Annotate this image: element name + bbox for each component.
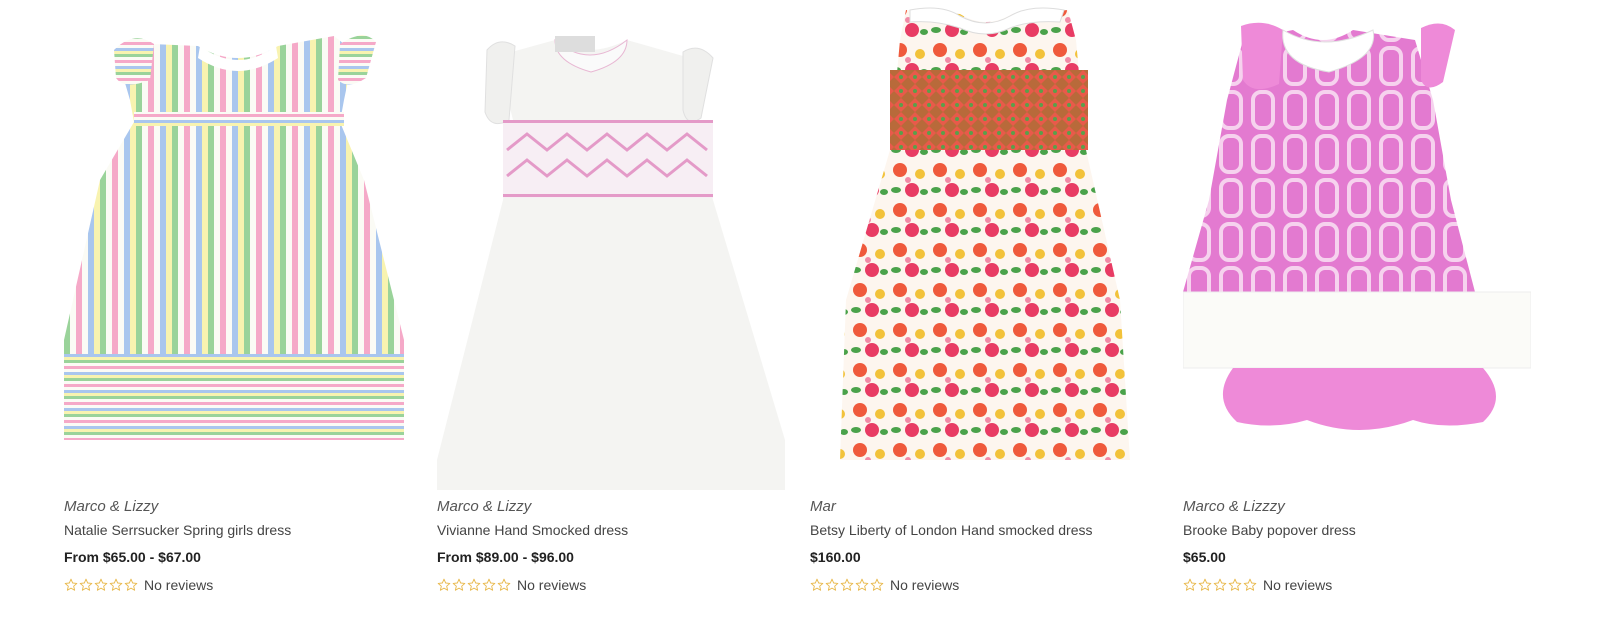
product-image-floral-dress[interactable] <box>810 0 1158 490</box>
reviews-count: No reviews <box>144 577 214 593</box>
star-outline-icon <box>94 578 108 591</box>
product-image-pink-popover-dress[interactable] <box>1183 0 1531 490</box>
star-outline-icon <box>825 578 839 591</box>
product-vendor[interactable]: Marco & Lizzzy <box>1183 498 1285 515</box>
star-outline-icon <box>124 578 138 591</box>
reviews-count: No reviews <box>1263 577 1333 593</box>
product-grid: Marco & Lizzy Natalie Serrsucker Spring … <box>0 0 1612 624</box>
star-outline-icon <box>1243 578 1257 591</box>
product-title[interactable]: Vivianne Hand Smocked dress <box>437 522 628 538</box>
reviews-count: No reviews <box>890 577 960 593</box>
product-card[interactable]: Marco & Lizzy Natalie Serrsucker Spring … <box>64 0 412 620</box>
product-card[interactable]: Marco & Lizzzy Brooke Baby popover dress… <box>1183 0 1531 620</box>
star-outline-icon <box>810 578 824 591</box>
product-price: From $89.00 - $96.00 <box>437 549 574 565</box>
product-price: From $65.00 - $67.00 <box>64 549 201 565</box>
star-outline-icon <box>870 578 884 591</box>
star-outline-icon <box>64 578 78 591</box>
product-vendor[interactable]: Mar <box>810 498 836 515</box>
product-rating[interactable]: No reviews <box>64 577 213 593</box>
product-image-striped-dress[interactable] <box>64 0 412 490</box>
star-outline-icon <box>1198 578 1212 591</box>
product-rating[interactable]: No reviews <box>1183 577 1332 593</box>
star-outline-icon <box>109 578 123 591</box>
product-title[interactable]: Natalie Serrsucker Spring girls dress <box>64 522 291 538</box>
star-outline-icon <box>467 578 481 591</box>
star-outline-icon <box>1213 578 1227 591</box>
star-outline-icon <box>1183 578 1197 591</box>
star-outline-icon <box>482 578 496 591</box>
product-rating[interactable]: No reviews <box>810 577 959 593</box>
product-card[interactable]: Marco & Lizzy Vivianne Hand Smocked dres… <box>437 0 785 620</box>
star-outline-icon <box>855 578 869 591</box>
product-title[interactable]: Brooke Baby popover dress <box>1183 522 1356 538</box>
star-outline-icon <box>1228 578 1242 591</box>
product-rating[interactable]: No reviews <box>437 577 586 593</box>
star-rating <box>1183 578 1257 592</box>
product-price: $65.00 <box>1183 549 1226 565</box>
star-rating <box>810 578 884 592</box>
reviews-count: No reviews <box>517 577 587 593</box>
product-image-white-smocked-dress[interactable] <box>437 0 785 490</box>
star-rating <box>437 578 511 592</box>
product-vendor[interactable]: Marco & Lizzy <box>64 498 158 515</box>
product-price: $160.00 <box>810 549 861 565</box>
product-card[interactable]: Mar Betsy Liberty of London Hand smocked… <box>810 0 1158 620</box>
star-outline-icon <box>452 578 466 591</box>
star-outline-icon <box>497 578 511 591</box>
star-outline-icon <box>79 578 93 591</box>
product-vendor[interactable]: Marco & Lizzy <box>437 498 531 515</box>
star-rating <box>64 578 138 592</box>
star-outline-icon <box>437 578 451 591</box>
product-title[interactable]: Betsy Liberty of London Hand smocked dre… <box>810 522 1093 538</box>
star-outline-icon <box>840 578 854 591</box>
